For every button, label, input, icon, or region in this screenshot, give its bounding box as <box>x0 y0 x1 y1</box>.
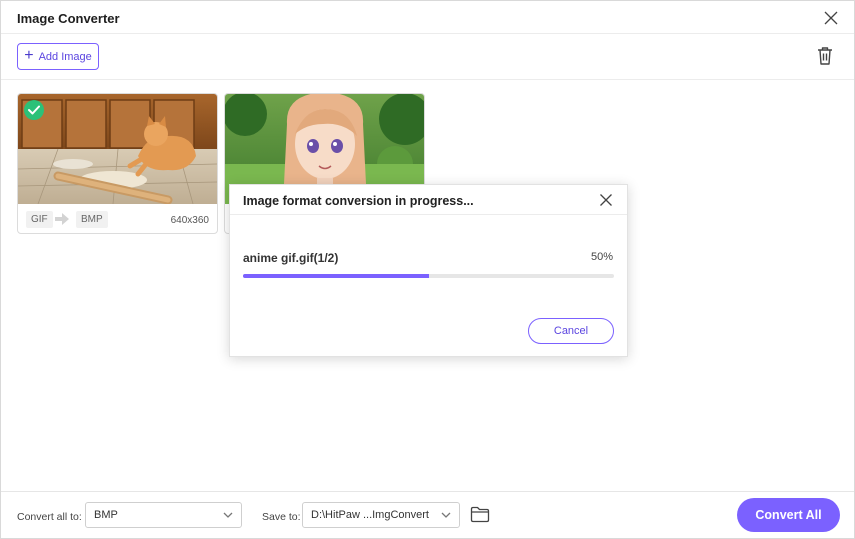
output-format-select[interactable]: BMP <box>85 502 242 528</box>
save-path-value: D:\HitPaw ...ImgConvert <box>311 509 429 521</box>
add-image-label: Add Image <box>38 50 92 63</box>
converting-file-name: anime gif.gif(1/2) <box>243 251 339 265</box>
footer-bar: Convert all to: BMP Save to: D:\HitPaw .… <box>1 491 854 538</box>
add-image-button[interactable]: + Add Image <box>17 43 99 70</box>
save-path-select[interactable]: D:\HitPaw ...ImgConvert <box>302 502 460 528</box>
dialog-title: Image format conversion in progress... <box>243 194 474 208</box>
trash-icon[interactable] <box>816 46 834 66</box>
window-title: Image Converter <box>17 11 120 26</box>
image-card[interactable]: GIF BMP 640x360 <box>17 93 218 234</box>
checkmark-icon <box>24 100 44 120</box>
plus-icon: + <box>24 46 34 64</box>
image-thumbnail <box>18 94 217 204</box>
target-format-badge: BMP <box>76 211 108 228</box>
conversion-progress-dialog: Image format conversion in progress... a… <box>229 184 628 357</box>
arrow-right-icon <box>55 213 69 225</box>
dialog-header: Image format conversion in progress... <box>230 185 627 215</box>
toolbar: + Add Image <box>1 34 854 80</box>
folder-icon[interactable] <box>470 506 490 523</box>
image-resolution: 640x360 <box>170 215 209 226</box>
chevron-down-icon <box>441 512 451 518</box>
progress-percent: 50% <box>590 251 613 263</box>
title-bar: Image Converter <box>1 1 854 34</box>
chevron-down-icon <box>223 512 233 518</box>
progress-bar <box>243 274 614 278</box>
dialog-close-icon[interactable] <box>599 193 613 207</box>
save-to-label: Save to: <box>262 511 301 523</box>
kitten-thumbnail <box>18 94 217 204</box>
output-format-value: BMP <box>94 509 118 521</box>
convert-all-to-label: Convert all to: <box>17 511 82 523</box>
cancel-button[interactable]: Cancel <box>528 318 614 344</box>
image-converter-window: Image Converter + Add Image GIF BMP 640x… <box>0 0 855 539</box>
image-meta: GIF BMP 640x360 <box>18 204 217 233</box>
source-format-badge: GIF <box>26 211 53 228</box>
progress-bar-fill <box>243 274 429 278</box>
convert-all-button[interactable]: Convert All <box>737 498 840 532</box>
close-icon[interactable] <box>822 9 840 27</box>
